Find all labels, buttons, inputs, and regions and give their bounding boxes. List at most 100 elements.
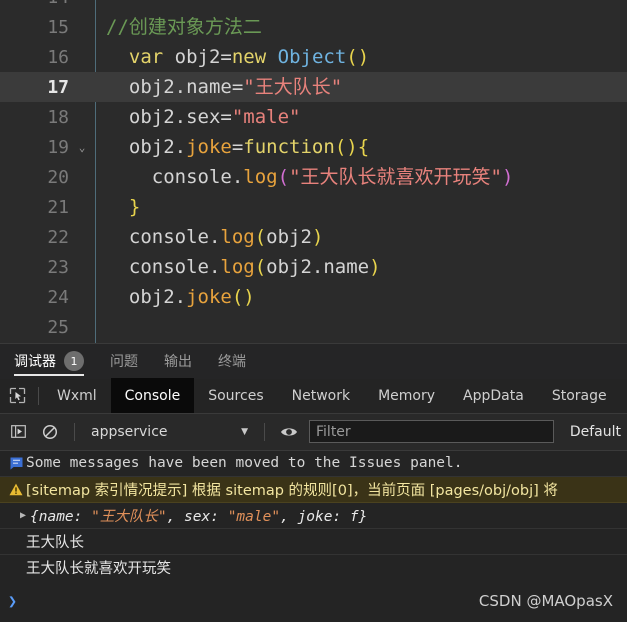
tab-sources[interactable]: Sources xyxy=(194,378,277,413)
line-number: 20 xyxy=(47,166,69,188)
line-number: 21 xyxy=(47,196,69,218)
code-token: ( xyxy=(277,166,290,188)
panel-tab-3[interactable]: 终端 xyxy=(218,343,246,379)
code-line[interactable]: 24⌄ obj2.joke() xyxy=(0,282,627,312)
tab-appdata[interactable]: AppData xyxy=(449,378,538,413)
console-object-token: "male" xyxy=(227,508,281,525)
code-token: = xyxy=(231,136,244,158)
console-message[interactable]: ▶ {name: "王大队长", sex: "male", joke: f} xyxy=(0,503,627,529)
clear-console-icon[interactable] xyxy=(38,420,62,444)
code-line-text: console.log("王大队长就喜欢开玩笑") xyxy=(95,162,514,192)
code-line[interactable]: 19 ⌄ obj2.joke=function(){ xyxy=(0,132,627,162)
code-line[interactable]: 15⌄ //创建对象方法二 xyxy=(0,12,627,42)
console-message-text: Some messages have been moved to the Iss… xyxy=(26,455,463,472)
tab-storage[interactable]: Storage xyxy=(538,378,621,413)
code-line[interactable]: 20⌄ console.log("王大队长就喜欢开玩笑") xyxy=(0,162,627,192)
code-token: } xyxy=(128,196,141,218)
line-number: 16 xyxy=(47,46,69,68)
line-number: 22 xyxy=(47,226,69,248)
code-token: new xyxy=(231,46,267,68)
code-token: () xyxy=(231,286,255,308)
code-line[interactable]: 14⌄ xyxy=(0,0,627,12)
code-line-text xyxy=(95,0,117,12)
code-line[interactable]: 18⌄ obj2.sex="male" xyxy=(0,102,627,132)
code-token: log xyxy=(243,166,278,188)
panel-tab-badge: 1 xyxy=(64,351,84,372)
line-number: 23 xyxy=(47,256,69,278)
chevron-down-icon: ▼ xyxy=(241,426,248,437)
message-info-icon xyxy=(6,457,26,470)
console-object-token: "王大队长" xyxy=(91,508,167,525)
panel-tab-list: 调试器 1 问题 输出 终端 xyxy=(14,343,246,379)
inspect-element-icon[interactable] xyxy=(0,378,34,413)
live-expression-eye-icon[interactable] xyxy=(277,420,301,444)
console-message[interactable]: [sitemap 索引情况提示] 根据 sitemap 的规则[0]，当前页面 … xyxy=(0,476,627,503)
line-gutter: 24⌄ xyxy=(0,287,95,308)
tab-console[interactable]: Console xyxy=(110,378,195,414)
code-token: obj2 xyxy=(266,226,312,248)
panel-tab-label: 问题 xyxy=(110,354,138,371)
console-message-text: 王大队长 xyxy=(26,534,84,551)
line-gutter: 20⌄ xyxy=(0,167,95,188)
tab-wxml[interactable]: Wxml xyxy=(43,378,111,413)
code-token: () xyxy=(346,46,370,68)
console-object-token: {name: xyxy=(30,508,92,525)
code-line-text: obj2.joke() xyxy=(95,282,255,312)
line-number: 19 xyxy=(47,136,69,158)
code-token: ) xyxy=(311,226,324,248)
console-object-token: , sex: xyxy=(166,508,228,525)
code-line[interactable]: 23⌄ console.log(obj2.name) xyxy=(0,252,627,282)
line-gutter: 23⌄ xyxy=(0,257,95,278)
code-line-text: console.log(obj2) xyxy=(95,222,324,252)
chevron-down-icon[interactable]: ⌄ xyxy=(75,140,89,154)
line-gutter: 17⌄ xyxy=(0,77,95,98)
devtools-tab-bar: Wxml Console Sources Network Memory AppData St… xyxy=(0,378,627,414)
code-token: ) xyxy=(369,256,381,278)
console-filter-input[interactable] xyxy=(309,420,554,444)
code-line[interactable]: 21⌄ } xyxy=(0,192,627,222)
tab-network[interactable]: Network xyxy=(278,378,364,413)
code-token: obj2.sex= xyxy=(106,106,232,128)
console-message[interactable]: 王大队长 xyxy=(0,528,627,555)
devtools-window: 14⌄ 15⌄//创建对象方法二16⌄ var obj2=new Object(… xyxy=(0,0,627,622)
tab-memory[interactable]: Memory xyxy=(364,378,449,413)
code-token: log xyxy=(220,226,255,248)
code-editor[interactable]: 14⌄ 15⌄//创建对象方法二16⌄ var obj2=new Object(… xyxy=(0,0,627,343)
console-level-select[interactable]: Default xyxy=(562,424,621,440)
console-message-list[interactable]: Some messages have been moved to the Iss… xyxy=(0,450,627,580)
line-gutter: 19 ⌄ xyxy=(0,137,95,158)
code-token: ( xyxy=(254,226,267,248)
console-context-select[interactable]: appservice ▼ xyxy=(87,424,252,440)
toolbar-divider xyxy=(38,386,39,405)
code-line[interactable]: 25⌄ xyxy=(0,312,627,342)
panel-tab-1[interactable]: 问题 xyxy=(110,343,138,379)
line-gutter: 25⌄ xyxy=(0,317,95,338)
line-number: 24 xyxy=(47,286,69,308)
prompt-caret-icon: ❯ xyxy=(8,592,18,610)
code-token: "王大队长" xyxy=(243,76,343,98)
console-object-token: , joke: f} xyxy=(280,508,368,525)
code-line[interactable]: 16⌄ var obj2=new Object() xyxy=(0,42,627,72)
code-line[interactable]: 17⌄ obj2.name="王大队长" xyxy=(0,72,627,102)
code-line-text: obj2.joke=function(){ xyxy=(95,132,369,162)
panel-tab-2[interactable]: 输出 xyxy=(164,343,192,379)
line-number: 17 xyxy=(47,76,69,98)
code-token: obj2.name= xyxy=(106,76,244,98)
console-message[interactable]: Some messages have been moved to the Iss… xyxy=(0,450,627,477)
console-sidebar-icon[interactable] xyxy=(6,420,30,444)
line-number: 14 xyxy=(43,0,69,8)
disclosure-triangle-icon[interactable]: ▶ xyxy=(16,510,30,521)
console-message[interactable]: 王大队长就喜欢开玩笑 xyxy=(0,554,627,580)
console-prompt-row[interactable]: ❯ CSDN @MAOpasX xyxy=(0,580,627,622)
code-line[interactable]: 22⌄ console.log(obj2) xyxy=(0,222,627,252)
code-token: obj2= xyxy=(163,46,232,68)
editor-line-list: 14⌄ 15⌄//创建对象方法二16⌄ var obj2=new Object(… xyxy=(0,0,627,342)
toolbar-divider-3 xyxy=(264,422,265,441)
panel-tab-0[interactable]: 调试器 1 xyxy=(14,343,84,379)
code-token: console. xyxy=(106,166,244,188)
line-gutter: 22⌄ xyxy=(0,227,95,248)
line-number: 15 xyxy=(47,16,69,38)
